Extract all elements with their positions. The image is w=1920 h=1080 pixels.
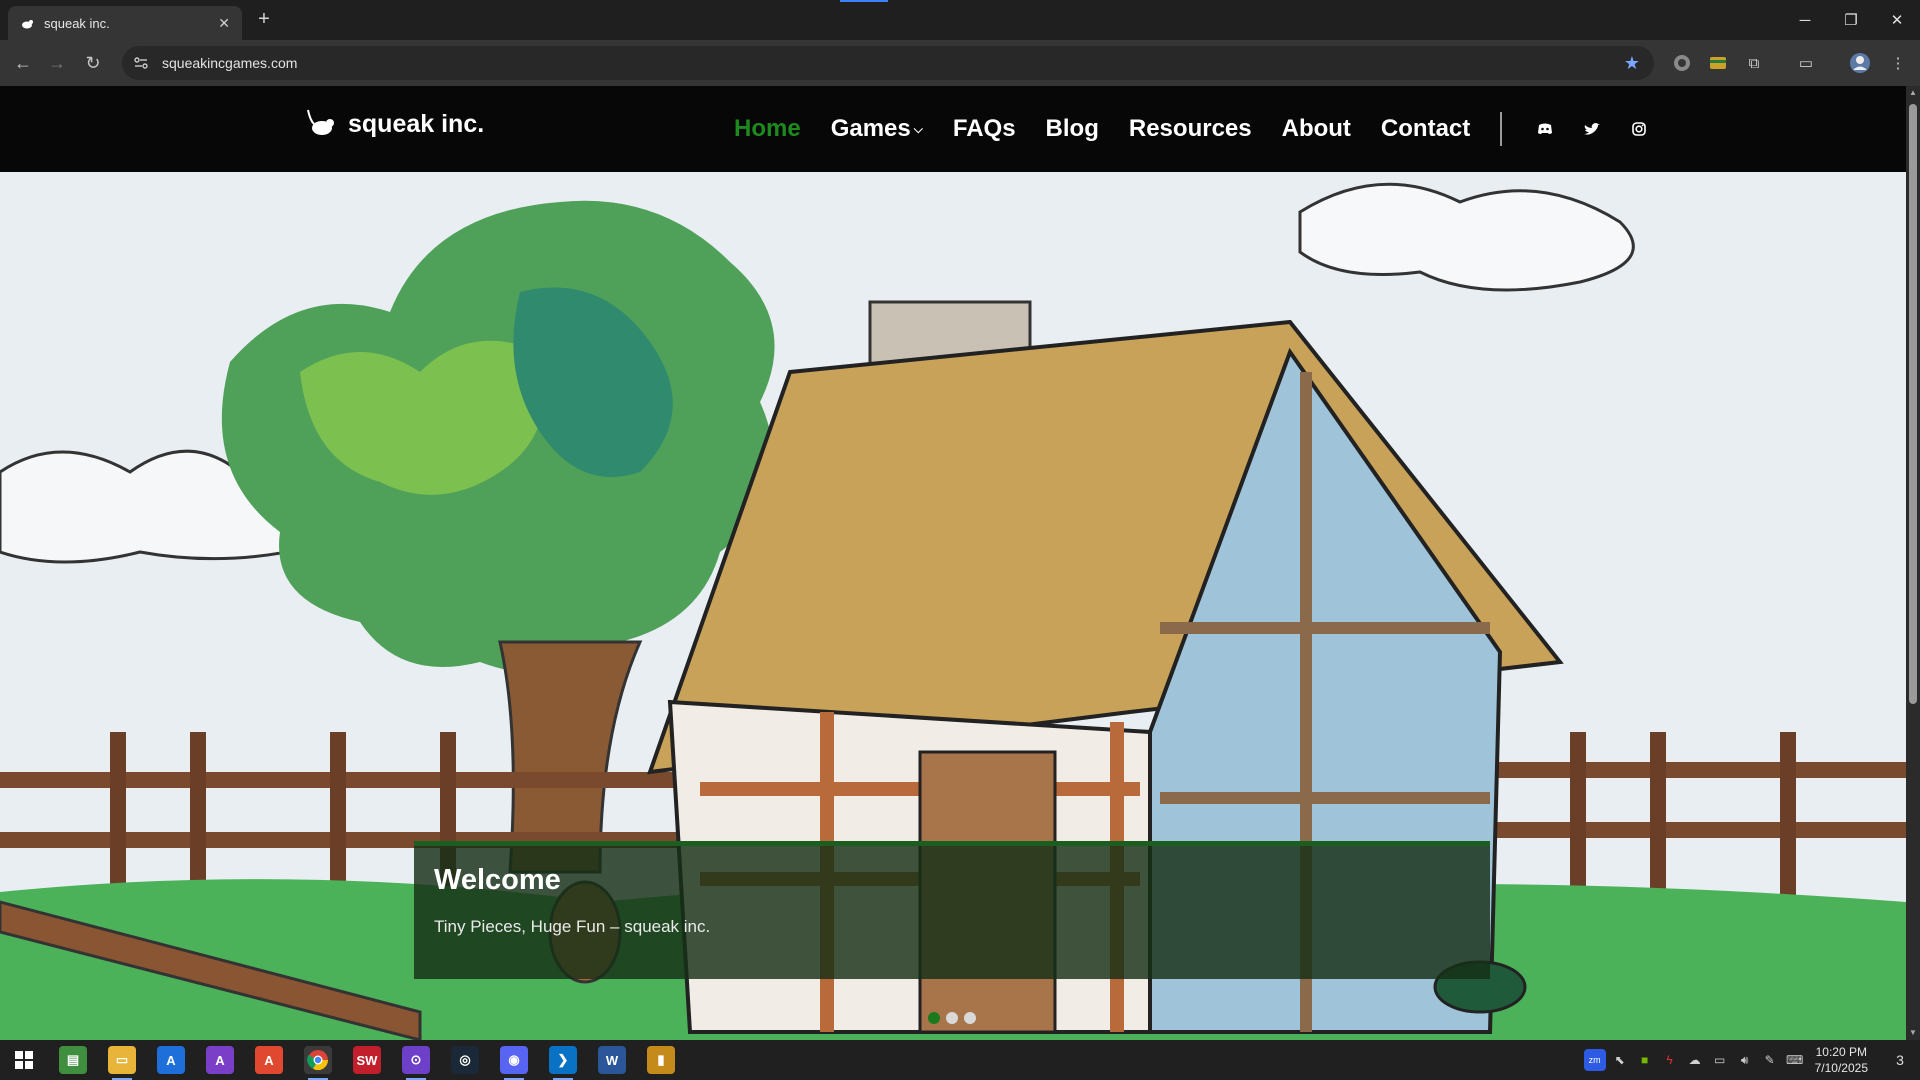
mouse-logo-icon [307, 109, 334, 135]
web-page: squeak inc. Home Games ⌵ FAQs Blog Resour… [0, 86, 1906, 1040]
discord-taskbar-icon[interactable]: ◉ [500, 1046, 528, 1080]
chrome-icon[interactable] [304, 1046, 332, 1080]
nav-contact[interactable]: Contact [1381, 115, 1470, 143]
nav-home[interactable]: Home [734, 115, 801, 143]
mouse-favicon-icon [22, 20, 33, 29]
discord-icon[interactable] [1534, 118, 1556, 140]
browser-tab-strip: squeak inc. ✕ + ─ ❐ ✕ [0, 0, 1920, 40]
scrollbar-thumb[interactable] [1909, 104, 1917, 704]
nav-resources[interactable]: Resources [1129, 115, 1252, 143]
profile-avatar[interactable] [1848, 51, 1872, 75]
tab-title: squeak inc. [44, 15, 110, 31]
volume-icon[interactable]: 🔊︎ [1734, 1049, 1756, 1071]
zoom-tray-icon[interactable]: zm [1583, 1049, 1606, 1071]
browser-tab[interactable]: squeak inc. ✕ [8, 6, 242, 40]
address-bar[interactable]: squeakincgames.com ★ [122, 46, 1654, 80]
nav-divider [1500, 112, 1503, 146]
scroll-down-icon[interactable]: ▼ [1908, 1028, 1918, 1038]
url-text: squeakincgames.com [162, 55, 298, 71]
nav-games[interactable]: Games ⌵ [831, 115, 923, 143]
forward-icon[interactable]: → [44, 50, 70, 76]
extension-chatgpt-icon[interactable] [1670, 51, 1694, 75]
new-tab-button[interactable]: + [252, 8, 276, 32]
hero-tagline: Tiny Pieces, Huge Fun – squeak inc. [434, 917, 711, 936]
minimize-button[interactable]: ─ [1782, 0, 1828, 40]
nav-blog[interactable]: Blog [1046, 115, 1099, 143]
social-links [1534, 118, 1675, 140]
system-tray: zm ⬉ ■ ϟ ☁ ▭ 🔊︎ ✎ ⌨ 10:20 PM 7/10/2025 3 [1583, 1040, 1920, 1080]
browser-toolbar: ← → ↻ squeakincgames.com ★ ⧉ ▭ ⋮ [0, 40, 1920, 86]
word-icon[interactable]: W [598, 1046, 626, 1074]
notification-count: 3 [1896, 1052, 1904, 1068]
nav-faqs[interactable]: FAQs [953, 115, 1016, 143]
hero-heading: Welcome [434, 864, 561, 896]
network-icon[interactable]: ▭ [1709, 1049, 1731, 1071]
extension-pay-icon[interactable] [1706, 51, 1730, 75]
hero-caption: Welcome Tiny Pieces, Huge Fun – squeak i… [414, 841, 1490, 979]
windows-start-icon[interactable] [10, 1046, 38, 1074]
clock-time: 10:20 PM [1815, 1045, 1867, 1059]
extensions-puzzle-icon[interactable]: ⧉ [1742, 51, 1766, 75]
carousel-indicators [928, 1012, 982, 1024]
nav-about[interactable]: About [1282, 115, 1351, 143]
power-icon[interactable]: ϟ [1659, 1049, 1681, 1071]
vscode-icon[interactable]: ❯ [549, 1046, 577, 1080]
clock-date: 7/10/2025 [1814, 1061, 1868, 1075]
pen-icon[interactable]: ✎ [1759, 1049, 1781, 1071]
windows-taskbar: ▤ ▭ A A A SW ⊙ ◎ ◉ ❯ W ▮ zm ⬉ ■ ϟ ☁ ▭ 🔊︎… [0, 1040, 1920, 1080]
chevron-down-icon: ⌵ [913, 122, 923, 137]
nav-games-label: Games [830, 115, 911, 142]
sketchup-icon[interactable]: ▮ [647, 1046, 675, 1074]
affinity-photo-icon[interactable]: A [206, 1046, 234, 1074]
instagram-icon[interactable] [1628, 118, 1650, 140]
file-explorer-icon[interactable]: ▭ [108, 1046, 136, 1080]
main-navigation: Home Games ⌵ FAQs Blog Resources About Co… [734, 112, 1675, 146]
system-clock[interactable]: 10:20 PM 7/10/2025 [1815, 1044, 1868, 1076]
onedrive-icon[interactable]: ☁ [1684, 1049, 1706, 1071]
affinity-publisher-icon[interactable]: A [255, 1046, 283, 1074]
site-info-icon[interactable] [134, 57, 148, 69]
window-controls: ─ ❐ ✕ [1782, 0, 1920, 40]
restore-button[interactable]: ❐ [1828, 0, 1874, 40]
browser-menu-icon[interactable]: ⋮ [1886, 51, 1910, 75]
tab-search-indicator [840, 0, 888, 2]
reload-icon[interactable]: ↻ [80, 50, 106, 76]
keyboard-icon[interactable]: ⌨ [1784, 1049, 1806, 1071]
site-logo[interactable]: squeak inc. [306, 108, 484, 140]
steam-icon[interactable]: ◎ [451, 1046, 479, 1074]
scroll-up-icon[interactable]: ▲ [1908, 88, 1918, 98]
carousel-dot-2[interactable] [946, 1012, 958, 1024]
carousel-dot-1[interactable] [928, 1012, 940, 1024]
back-icon[interactable]: ← [10, 50, 36, 76]
carousel-dot-3[interactable] [964, 1012, 976, 1024]
cast-icon[interactable]: ▭ [1794, 51, 1818, 75]
close-window-button[interactable]: ✕ [1874, 0, 1920, 40]
bookmark-star-icon[interactable]: ★ [1624, 53, 1640, 74]
notepad-icon[interactable]: ▤ [59, 1046, 87, 1074]
brand-name: squeak inc. [348, 109, 485, 138]
substance-icon[interactable]: SW [353, 1046, 381, 1074]
tab-close-icon[interactable]: ✕ [218, 15, 230, 32]
site-header: squeak inc. Home Games ⌵ FAQs Blog Resour… [0, 86, 1906, 172]
page-scrollbar[interactable]: ▲ ▼ [1906, 86, 1920, 1040]
github-desktop-icon[interactable]: ⊙ [402, 1046, 430, 1080]
notification-center-icon[interactable]: 3 [1880, 1040, 1920, 1080]
nvidia-icon[interactable]: ■ [1634, 1049, 1656, 1071]
tray-arrow-icon[interactable]: ⬉ [1609, 1049, 1631, 1071]
twitter-icon[interactable] [1581, 118, 1603, 140]
affinity-designer-icon[interactable]: A [157, 1046, 185, 1074]
